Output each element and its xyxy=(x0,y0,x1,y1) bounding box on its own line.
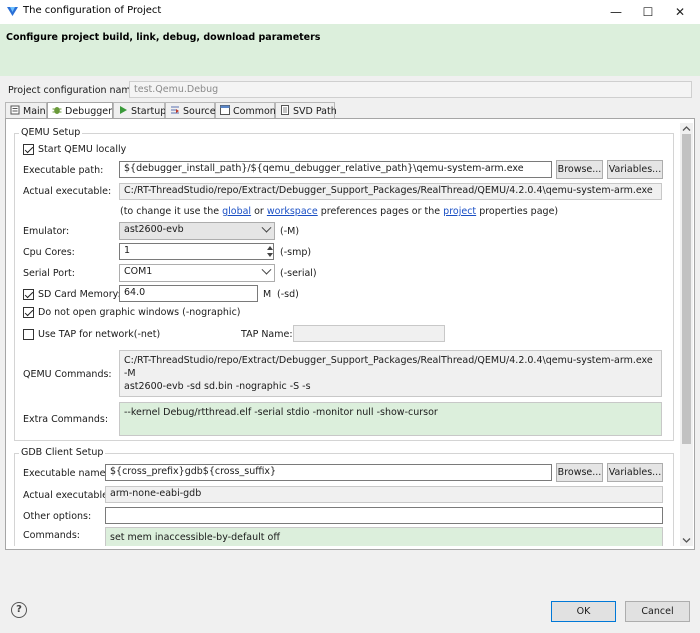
window-title: The configuration of Project xyxy=(23,5,162,16)
hint-middle: preferences pages or the xyxy=(320,206,441,217)
tab-common[interactable]: Common xyxy=(215,102,276,119)
cpu-cores-spinner-icon[interactable] xyxy=(266,243,274,260)
qemu-variables-button[interactable]: Variables... xyxy=(607,160,663,179)
project-link[interactable]: project xyxy=(443,206,476,217)
sd-card-size-input[interactable]: 64.0 xyxy=(119,285,258,302)
common-tab-icon xyxy=(220,105,230,115)
qemu-browse-button[interactable]: Browse... xyxy=(556,160,603,179)
emulator-flag: (-M) xyxy=(280,226,300,237)
cpu-cores-flag: (-smp) xyxy=(280,247,312,258)
cpu-cores-input[interactable]: 1 xyxy=(119,243,274,260)
nographic-checkbox[interactable] xyxy=(23,307,34,318)
gdb-commands-label: Commands: xyxy=(23,530,80,541)
minimize-button[interactable]: — xyxy=(600,0,632,24)
main-tab-icon xyxy=(10,105,20,115)
hint-or: or xyxy=(254,206,264,217)
gdb-exec-name-input[interactable]: ${cross_prefix}gdb${cross_suffix} xyxy=(105,464,552,481)
tab-main-label: Main xyxy=(23,106,46,117)
qemu-exec-path-label: Executable path: xyxy=(23,165,104,176)
serial-port-select[interactable]: COM1 xyxy=(119,264,275,282)
tab-bar: Main Debugger Startup Source Common SVD … xyxy=(5,102,695,120)
maximize-button[interactable]: ☐ xyxy=(632,0,664,24)
gdb-exec-name-label: Executable name: xyxy=(23,468,109,479)
qemu-preferences-hint: (to change it use the global or workspac… xyxy=(120,206,558,217)
sd-card-checkbox[interactable] xyxy=(23,289,34,300)
qemu-commands-text: C:/RT-ThreadStudio/repo/Extract/Debugger… xyxy=(119,350,662,397)
tap-network-checkbox[interactable] xyxy=(23,329,34,340)
tab-svd-path-label: SVD Path xyxy=(293,106,337,117)
gdb-commands-textarea[interactable]: set mem inaccessible-by-default off xyxy=(105,527,663,546)
serial-port-selected-value: COM1 xyxy=(124,266,153,277)
workspace-link[interactable]: workspace xyxy=(267,206,318,217)
startup-tab-icon xyxy=(120,106,127,114)
qemu-exec-path-input[interactable]: ${debugger_install_path}/${qemu_debugger… xyxy=(119,161,552,178)
tab-svd-path[interactable]: SVD Path xyxy=(275,102,337,119)
tab-common-label: Common xyxy=(233,106,276,117)
start-qemu-label: Start QEMU locally xyxy=(38,144,127,155)
tap-name-label: TAP Name: xyxy=(241,329,293,340)
scroll-up-icon[interactable] xyxy=(682,125,691,132)
config-name-field: test.Qemu.Debug xyxy=(129,81,692,98)
emulator-label: Emulator: xyxy=(23,226,70,237)
cancel-button[interactable]: Cancel xyxy=(625,601,690,622)
scrollbar-thumb[interactable] xyxy=(682,134,691,444)
close-button[interactable]: ✕ xyxy=(664,0,696,24)
svd-tab-icon xyxy=(281,105,289,115)
sd-card-unit: M xyxy=(263,289,272,300)
hint-prefix: (to change it use the xyxy=(120,206,220,217)
qemu-setup-title: QEMU Setup xyxy=(19,127,83,138)
scroll-down-icon[interactable] xyxy=(682,537,691,544)
sd-card-label: SD Card Memory: xyxy=(38,289,121,300)
tab-source[interactable]: Source xyxy=(165,102,216,119)
gdb-other-options-input[interactable] xyxy=(105,507,663,524)
nographic-label: Do not open graphic windows (-nographic) xyxy=(38,307,241,318)
app-logo-icon xyxy=(7,7,18,16)
ok-button[interactable]: OK xyxy=(551,601,616,622)
tab-debugger-label: Debugger xyxy=(65,106,113,117)
qemu-actual-exec-value: C:/RT-ThreadStudio/repo/Extract/Debugger… xyxy=(119,183,662,200)
tap-network-label: Use TAP for network(-net) xyxy=(38,329,161,340)
sd-card-flag: (-sd) xyxy=(277,289,299,300)
tab-startup[interactable]: Startup xyxy=(113,102,167,119)
gdb-client-title: GDB Client Setup xyxy=(19,447,106,458)
debugger-tab-icon xyxy=(52,107,62,114)
emulator-select[interactable]: ast2600-evb xyxy=(119,222,275,240)
config-name-label: Project configuration name: xyxy=(8,85,140,96)
gdb-actual-exec-value: arm-none-eabi-gdb xyxy=(105,486,663,503)
gdb-variables-button[interactable]: Variables... xyxy=(607,463,663,482)
serial-port-label: Serial Port: xyxy=(23,268,75,279)
source-tab-icon xyxy=(171,106,179,114)
gdb-browse-button[interactable]: Browse... xyxy=(556,463,603,482)
chevron-down-icon xyxy=(261,264,272,275)
extra-commands-textarea[interactable]: --kernel Debug/rtthread.elf -serial stdi… xyxy=(119,402,662,436)
gdb-other-options-label: Other options: xyxy=(23,511,92,522)
tab-startup-label: Startup xyxy=(131,106,167,117)
tap-name-input[interactable] xyxy=(293,325,445,342)
help-button[interactable]: ? xyxy=(11,602,27,618)
global-link[interactable]: global xyxy=(222,206,251,217)
banner-title: Configure project build, link, debug, do… xyxy=(6,32,321,43)
tab-source-label: Source xyxy=(183,106,216,117)
chevron-down-icon xyxy=(261,222,272,233)
debugger-settings-scroll-area: QEMU Setup Start QEMU locally Executable… xyxy=(12,123,680,546)
hint-suffix: properties page) xyxy=(479,206,559,217)
emulator-selected-value: ast2600-evb xyxy=(124,224,184,235)
cpu-cores-label: Cpu Cores: xyxy=(23,247,75,258)
gdb-actual-exec-label: Actual executable: xyxy=(23,490,112,501)
tab-main[interactable]: Main xyxy=(5,102,47,119)
extra-commands-label: Extra Commands: xyxy=(23,414,109,425)
qemu-commands-label: QEMU Commands: xyxy=(23,369,112,380)
serial-port-flag: (-serial) xyxy=(280,268,317,279)
start-qemu-checkbox[interactable] xyxy=(23,144,34,155)
qemu-actual-exec-label: Actual executable: xyxy=(23,186,112,197)
